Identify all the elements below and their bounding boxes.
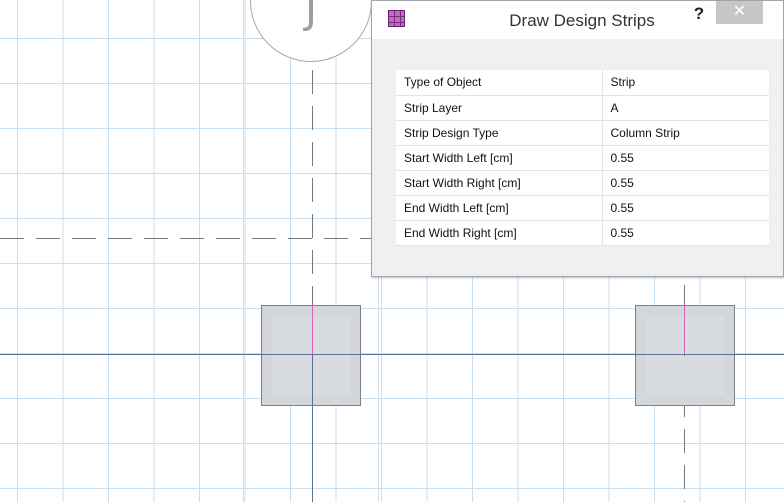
column-element[interactable] (635, 305, 735, 406)
dialog-titlebar[interactable]: Draw Design Strips ? ✕ (372, 1, 783, 39)
property-name: Type of Object (396, 70, 603, 96)
property-name: End Width Left [cm] (396, 195, 603, 221)
beam-line-vertical[interactable] (312, 354, 313, 502)
property-name: Strip Layer (396, 95, 603, 121)
grid-bubble-label: J (305, 0, 317, 33)
column-inner-shade (272, 316, 350, 395)
table-row: Start Width Left [cm] 0.55 (396, 145, 769, 171)
help-button[interactable]: ? (690, 3, 708, 27)
grid-axis-dashed-horizontal (0, 238, 372, 239)
beam-line-horizontal[interactable] (0, 354, 784, 355)
column-axis-marker (684, 306, 685, 356)
column-inner-shade (646, 316, 724, 395)
table-row: End Width Left [cm] 0.55 (396, 195, 769, 221)
property-name: Strip Design Type (396, 120, 603, 146)
column-axis-marker (312, 306, 313, 356)
property-value-field[interactable]: 0.55 (602, 170, 769, 196)
table-row: Strip Design Type Column Strip (396, 120, 769, 146)
dialog-title: Draw Design Strips (509, 11, 655, 30)
property-value-field[interactable]: 0.55 (602, 145, 769, 171)
property-value-field[interactable]: 0.55 (602, 220, 769, 246)
table-row: Start Width Right [cm] 0.55 (396, 170, 769, 196)
property-value-field[interactable]: Column Strip (602, 120, 769, 146)
table-row: End Width Right [cm] 0.55 (396, 220, 769, 246)
close-button[interactable]: ✕ (716, 1, 763, 24)
property-value-field[interactable]: 0.55 (602, 195, 769, 221)
property-name: Start Width Left [cm] (396, 145, 603, 171)
property-value-field[interactable]: A (602, 95, 769, 121)
property-value-field[interactable]: Strip (602, 70, 769, 96)
table-row: Type of Object Strip (396, 70, 769, 96)
property-name: End Width Right [cm] (396, 220, 603, 246)
properties-table: Type of Object Strip Strip Layer A Strip… (396, 70, 769, 246)
column-element[interactable] (261, 305, 361, 406)
app-grid-icon (388, 10, 405, 27)
property-name: Start Width Right [cm] (396, 170, 603, 196)
draw-design-strips-dialog[interactable]: Draw Design Strips ? ✕ Type of Object St… (371, 0, 784, 277)
table-row: Strip Layer A (396, 95, 769, 121)
grid-bubble[interactable]: J (250, 0, 372, 62)
grid-line-emphasis (243, 0, 244, 502)
